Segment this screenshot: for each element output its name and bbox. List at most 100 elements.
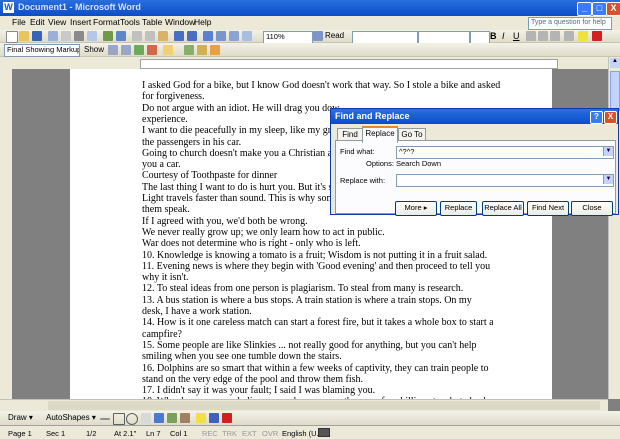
status-ovr[interactable]: OVR [262,429,278,438]
align-right-icon[interactable] [550,31,560,41]
print-preview-icon[interactable] [87,31,97,41]
document-text-line[interactable]: 13. A bus station is where a bus stops. … [142,295,472,306]
oval-icon[interactable] [126,413,138,425]
horizontal-scrollbar[interactable] [0,399,608,411]
document-text-line[interactable]: Courtesy of Toothpaste for dinner [142,170,277,181]
document-text-line[interactable]: Do not argue with an idiot. He will drag… [142,103,339,114]
draw-menu-button[interactable]: Draw ▾ [8,413,33,422]
tab-replace[interactable]: Replace [362,126,398,143]
research-icon[interactable] [116,31,126,41]
document-text-line[interactable]: Going to church doesn't make you a Chris… [142,148,342,159]
menu-help[interactable]: Help [194,17,211,27]
italic-button[interactable]: I [502,31,505,41]
new-document-icon[interactable] [6,31,18,43]
show-menu-button[interactable]: Show [84,45,104,54]
document-text-line[interactable]: smiling when you see one tumble down the… [142,351,342,362]
columns-icon[interactable] [242,31,252,41]
wordart-icon[interactable] [154,413,164,423]
status-rec[interactable]: REC [202,429,218,438]
underline-button[interactable]: U [513,31,520,41]
document-text-line[interactable]: you a car. [142,159,181,170]
document-text-line[interactable]: Light travels faster than sound. This is… [142,193,339,204]
track-changes-icon[interactable] [184,45,194,55]
line-color-icon[interactable] [209,413,219,423]
textbox-icon[interactable] [141,413,151,423]
document-text-line[interactable]: We never really grow up; we only learn h… [142,227,385,238]
draw-font-color-icon[interactable] [222,413,232,423]
document-text-line[interactable]: I asked God for a bike, but I know God d… [142,80,500,91]
document-text-line[interactable]: The last thing I want to do is hurt you.… [142,182,341,193]
spelling-icon[interactable] [103,31,113,41]
document-text-line[interactable]: 11. Evening news is where they begin wit… [142,261,490,272]
replace-all-button[interactable]: Replace All [482,201,524,216]
email-icon[interactable] [61,31,71,41]
highlight-icon[interactable] [578,31,588,41]
hyperlink-icon[interactable] [203,31,213,41]
clipart-icon[interactable] [167,413,177,423]
document-text-line[interactable]: 10. Knowledge is knowing a tomato is a f… [142,250,487,261]
permission-icon[interactable] [48,31,58,41]
save-icon[interactable] [32,31,42,41]
font-color-icon[interactable] [592,31,602,41]
read-button[interactable]: Read [325,31,344,40]
display-for-review-select[interactable]: Final Showing Markup [4,44,80,57]
replace-button[interactable]: Replace [440,201,477,216]
status-ext[interactable]: EXT [242,429,257,438]
document-text-line[interactable]: the passengers in his car. [142,137,241,148]
document-text-line[interactable]: why it isn't. [142,272,189,283]
reviewing-pane-icon[interactable] [197,45,207,55]
align-left-icon[interactable] [526,31,536,41]
find-history-dropdown-icon[interactable]: ▼ [603,147,613,156]
scroll-thumb[interactable] [610,71,620,111]
redo-icon[interactable] [187,31,197,41]
ink-annotation-icon[interactable] [210,45,220,55]
paste-icon[interactable] [158,31,168,41]
status-trk[interactable]: TRK [222,429,237,438]
menu-file[interactable]: File [12,17,26,27]
document-text-line[interactable]: War does not determine who is right - on… [142,238,361,249]
menu-table[interactable]: Table [142,17,162,27]
scroll-up-icon[interactable]: ▲ [610,58,620,68]
document-text-line[interactable]: experience. [142,114,188,125]
center-icon[interactable] [538,31,548,41]
autoshapes-menu-button[interactable]: AutoShapes ▾ [46,413,96,422]
minimize-button[interactable]: _ [577,2,592,16]
document-text-line[interactable]: 14. How is it one careless match can sta… [142,317,494,328]
document-text-line[interactable]: 12. To steal ideas from one person is pl… [142,283,463,294]
previous-change-icon[interactable] [108,45,118,55]
borders-icon[interactable] [564,31,574,41]
horizontal-ruler[interactable] [0,57,620,69]
cut-icon[interactable] [132,31,142,41]
print-icon[interactable] [74,31,84,41]
document-text-line[interactable]: desk, I have a work station. [142,306,252,317]
dialog-close-icon[interactable]: X [604,111,617,124]
dialog-titlebar[interactable]: Find and Replace ? X [331,109,618,124]
rectangle-icon[interactable] [113,413,125,425]
insert-comment-icon[interactable] [163,45,173,55]
replace-with-input[interactable]: ▼ [396,174,614,187]
find-next-button[interactable]: Find Next [527,201,569,216]
document-text-line[interactable]: campfire? [142,329,182,340]
window-titlebar[interactable]: W Document1 - Microsoft Word _ □ X [0,0,620,16]
menu-edit[interactable]: Edit [30,17,45,27]
vertical-ruler[interactable] [0,69,12,399]
document-text-line[interactable]: 17. I didn't say it was your fault; I sa… [142,385,375,396]
document-text-line[interactable]: stand on the very edge of the pool and t… [142,374,363,385]
document-text-line[interactable]: If I agreed with you, we'd both be wrong… [142,216,308,227]
menu-tools[interactable]: Tools [120,17,140,27]
maximize-button[interactable]: □ [592,2,607,16]
menu-insert[interactable]: Insert [70,17,91,27]
line-icon[interactable] [100,418,110,420]
copy-icon[interactable] [145,31,155,41]
close-window-button[interactable]: X [606,2,620,16]
menu-format[interactable]: Format [93,17,120,27]
more-button[interactable]: More ▸ [395,201,437,216]
undo-icon[interactable] [174,31,184,41]
accept-change-icon[interactable] [134,45,144,55]
replace-history-dropdown-icon[interactable]: ▼ [603,175,613,184]
spelling-status-icon[interactable] [318,428,330,437]
menu-window[interactable]: Window [165,17,195,27]
reject-change-icon[interactable] [147,45,157,55]
document-text-line[interactable]: 15. Some people are like Slinkies ... no… [142,340,477,351]
document-text-line[interactable]: for forgiveness. [142,91,205,102]
